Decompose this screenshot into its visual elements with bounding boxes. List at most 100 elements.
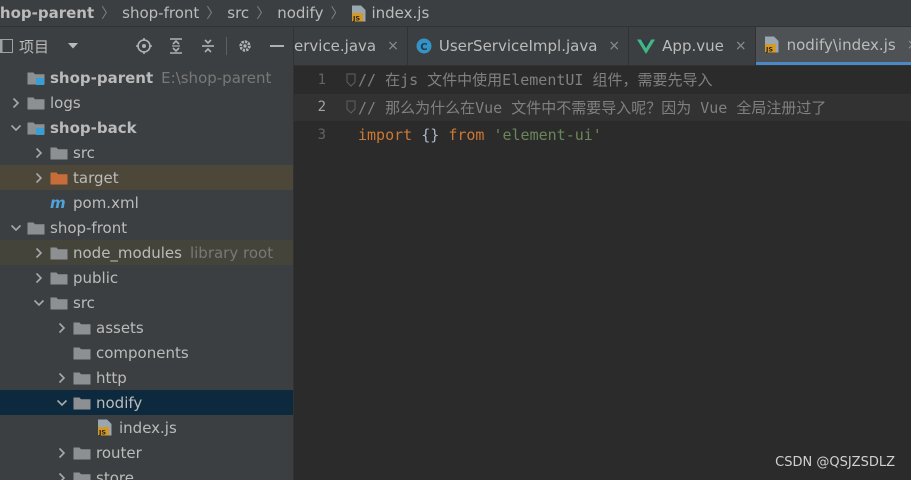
editor-tab[interactable]: JS nodify\index.js × <box>755 27 911 65</box>
tree-item-label: assets <box>96 318 144 337</box>
breadcrumb-item[interactable]: shop-parent <box>0 4 98 22</box>
tree-item-label: shop-front <box>50 218 128 237</box>
tree-item[interactable]: shop-parent E:\shop-parent <box>0 65 293 90</box>
code-editor[interactable]: 1 // 在js 文件中使用ElementUI 组件，需要先导入 2 // 那么为什么… <box>294 66 911 149</box>
tree-item-label: store <box>96 468 134 480</box>
tree-item[interactable]: src <box>0 290 293 315</box>
tree-item-label: logs <box>50 93 81 112</box>
collapse-all-icon[interactable] <box>192 34 224 58</box>
breadcrumb-separator-icon: 〉 <box>101 6 116 22</box>
tree-item-hint: E:\shop-parent <box>161 68 272 87</box>
project-panel-title: 项目 <box>19 37 50 56</box>
tree-item[interactable]: public <box>0 265 293 290</box>
breadcrumb: shop-parent 〉 shop-front 〉 src 〉 nodify 〉 JS inde… <box>0 0 911 27</box>
chevron-right-icon[interactable] <box>54 370 70 386</box>
tree-item[interactable]: target <box>0 165 293 190</box>
tab-label: nodify\index.js <box>786 35 896 54</box>
svg-text:JS: JS <box>352 14 360 22</box>
chevron-right-icon[interactable] <box>31 170 47 186</box>
tree-item[interactable]: m pom.xml <box>0 190 293 215</box>
expand-all-icon[interactable] <box>160 34 192 58</box>
chevron-down-icon[interactable] <box>31 295 47 311</box>
line-number: 3 <box>317 126 326 143</box>
line-number: 2 <box>317 99 326 116</box>
breadcrumb-item[interactable]: shop-front <box>118 4 203 22</box>
minimize-icon[interactable] <box>261 34 293 58</box>
svg-text:m: m <box>50 195 66 210</box>
chevron-down-icon[interactable] <box>8 220 24 236</box>
chevron-down-icon[interactable] <box>8 120 24 136</box>
editor-tab[interactable]: C UserServiceImpl.java × <box>408 27 630 65</box>
close-icon[interactable]: × <box>907 37 911 53</box>
chevron-right-icon[interactable] <box>8 95 24 111</box>
js-file-icon: JS <box>764 36 779 54</box>
close-icon[interactable]: × <box>608 38 620 54</box>
tree-item-label: target <box>73 168 119 187</box>
tree-arrow-spacer <box>31 195 47 211</box>
folder-excluded-icon <box>50 170 68 186</box>
vue-icon <box>637 39 656 54</box>
breadcrumb-separator-icon: 〉 <box>206 6 221 22</box>
folder-icon <box>73 395 91 411</box>
tree-item-label: router <box>96 443 142 462</box>
tree-item[interactable]: assets <box>0 315 293 340</box>
crosshair-icon[interactable] <box>128 34 160 58</box>
chevron-right-icon[interactable] <box>54 445 70 461</box>
code-line[interactable]: 1 // 在js 文件中使用ElementUI 组件，需要先导入 <box>294 66 911 94</box>
tree-item-label: node_modules <box>73 243 182 262</box>
tree-item[interactable]: src <box>0 140 293 165</box>
project-panel-icon <box>0 39 13 53</box>
project-view-selector[interactable]: 项目 <box>0 36 79 57</box>
fold-marker-icon[interactable] <box>344 73 358 87</box>
editor-tab[interactable]: App.vue × <box>629 27 756 65</box>
chevron-right-icon[interactable] <box>54 320 70 336</box>
fold-marker-icon[interactable] <box>344 100 358 114</box>
breadcrumb-separator-icon: 〉 <box>330 6 345 22</box>
code-token: from <box>448 125 485 144</box>
code-line[interactable]: 3 import {} from 'element-ui' <box>294 121 911 149</box>
tree-item[interactable]: shop-front <box>0 215 293 240</box>
gear-icon[interactable] <box>229 34 261 58</box>
code-token: // 那么为什么在Vue 文件中不需要导入呢？因为 Vue 全局注册过了 <box>358 98 827 117</box>
folder-icon <box>73 320 91 336</box>
editor-tab[interactable]: ervice.java × <box>294 27 408 65</box>
chevron-right-icon[interactable] <box>54 470 70 480</box>
folder-icon <box>73 370 91 386</box>
project-tree: shop-parent E:\shop-parent logs shop-back sr… <box>0 65 293 480</box>
close-icon[interactable]: × <box>387 38 399 54</box>
tree-arrow-spacer <box>77 420 93 436</box>
chevron-down-icon[interactable] <box>54 395 70 411</box>
tree-item[interactable]: logs <box>0 90 293 115</box>
editor-area: ervice.java × C UserServiceImpl.java × App.vu… <box>294 27 911 480</box>
svg-text:JS: JS <box>765 46 773 54</box>
tree-item-label: components <box>96 343 189 362</box>
tree-item-label: http <box>96 368 127 387</box>
breadcrumb-file[interactable]: JS index.js <box>347 4 433 22</box>
tree-item[interactable]: shop-back <box>0 115 293 140</box>
code-token: 'element-ui' <box>493 125 602 144</box>
chevron-right-icon[interactable] <box>31 245 47 261</box>
folder-icon <box>50 245 68 261</box>
chevron-right-icon[interactable] <box>31 270 47 286</box>
project-toolbar: 项目 <box>0 27 293 65</box>
project-panel: 项目 shop-parent E:\shop-parent logs shop-… <box>0 27 294 480</box>
close-icon[interactable]: × <box>735 38 747 54</box>
breadcrumb-item[interactable]: src <box>223 4 253 22</box>
code-line[interactable]: 2 // 那么为什么在Vue 文件中不需要导入呢？因为 Vue 全局注册过了 <box>294 93 911 121</box>
folder-icon <box>73 445 91 461</box>
breadcrumb-file-label: index.js <box>371 4 430 22</box>
js-file-icon: JS <box>96 419 114 436</box>
tree-item[interactable]: router <box>0 440 293 465</box>
tree-item[interactable]: JS index.js <box>0 415 293 440</box>
tree-arrow-spacer <box>8 70 24 86</box>
module-folder-icon <box>27 70 45 86</box>
tree-item[interactable]: components <box>0 340 293 365</box>
tree-item[interactable]: store <box>0 465 293 480</box>
folder-icon <box>27 220 45 236</box>
tree-item-label: index.js <box>119 418 177 437</box>
tree-item[interactable]: node_modules library root <box>0 240 293 265</box>
tree-item[interactable]: nodify <box>0 390 293 415</box>
breadcrumb-item[interactable]: nodify <box>273 4 327 22</box>
tree-item[interactable]: http <box>0 365 293 390</box>
chevron-right-icon[interactable] <box>31 145 47 161</box>
